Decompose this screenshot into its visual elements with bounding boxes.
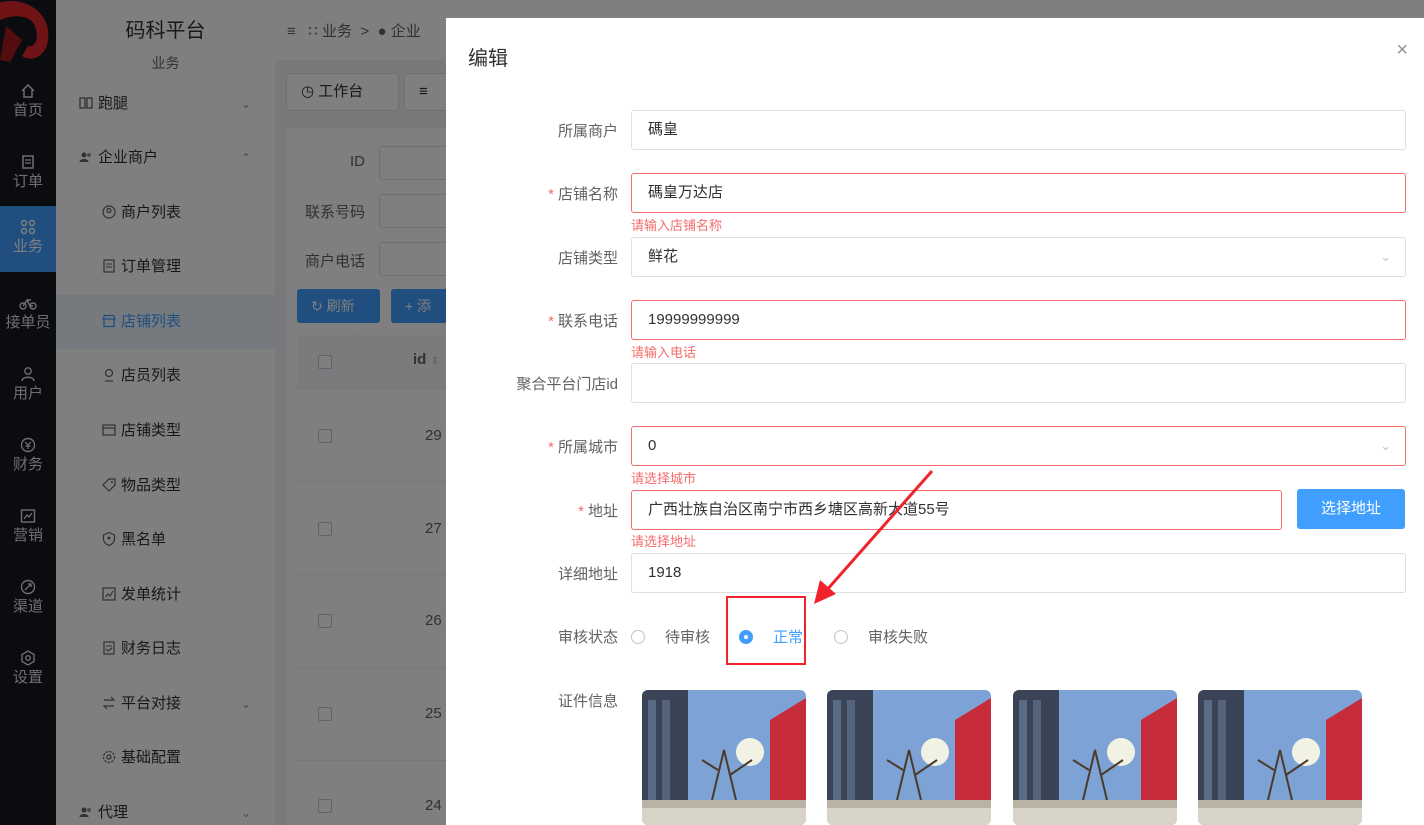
certificate-image[interactable]: [1198, 690, 1362, 825]
review-status-label: 审核状态: [446, 626, 618, 647]
chevron-down-icon: ⌄: [1380, 438, 1391, 453]
certificates-label: 证件信息: [446, 690, 618, 711]
merchant-field[interactable]: 碼皇: [631, 110, 1406, 150]
merchant-label: 所属商户: [446, 120, 618, 141]
radio-failed[interactable]: 审核失败: [834, 626, 928, 648]
merchant-label-text: 所属商户: [557, 123, 618, 140]
phone-label-text: 联系电话: [557, 313, 618, 330]
certificate-image[interactable]: [827, 690, 991, 825]
shop-type-label-text: 店铺类型: [557, 250, 618, 267]
radio-label: 待审核: [665, 629, 711, 646]
platform-store-id-label: 聚合平台门店id: [446, 373, 618, 394]
shop-name-value: 碼皇万达店: [648, 184, 724, 201]
detail-address-label: 详细地址: [446, 563, 618, 584]
merchant-value: 碼皇: [648, 121, 679, 138]
certificate-image[interactable]: [642, 690, 806, 825]
certificate-image[interactable]: [1013, 690, 1177, 825]
phone-field[interactable]: 19999999999: [631, 300, 1406, 340]
address-field[interactable]: 广西壮族自治区南宁市西乡塘区高新大道55号: [631, 490, 1282, 530]
shop-name-label-text: 店铺名称: [557, 186, 618, 203]
radio-circle[interactable]: [834, 630, 848, 644]
annotation-highlight-box: [726, 596, 806, 665]
platform-store-id-field[interactable]: [631, 363, 1406, 403]
edit-dialog: 编辑 × 所属商户 碼皇 * 店铺名称 碼皇万达店 请输入店铺名称 店铺类型 鲜花…: [446, 18, 1424, 825]
select-address-button[interactable]: 选择地址: [1297, 489, 1405, 529]
certificates-label-text: 证件信息: [557, 693, 618, 710]
detail-address-field[interactable]: 1918: [631, 553, 1406, 593]
shop-name-error: 请输入店铺名称: [631, 218, 723, 233]
city-value: 0: [648, 437, 657, 454]
phone-label: * 联系电话: [548, 313, 618, 330]
shop-type-select[interactable]: 鲜花 ⌄: [631, 237, 1406, 277]
address-label: * 地址: [578, 503, 618, 520]
city-label: * 所属城市: [548, 439, 618, 456]
review-status-label-text: 审核状态: [557, 629, 618, 646]
shop-type-value: 鲜花: [648, 248, 679, 265]
platform-store-id-label-text: 聚合平台门店id: [516, 376, 618, 393]
close-icon[interactable]: ×: [1396, 40, 1408, 60]
radio-pending[interactable]: 待审核: [631, 626, 710, 648]
city-error: 请选择城市: [631, 471, 697, 486]
phone-value: 19999999999: [648, 311, 740, 328]
detail-address-label-text: 详细地址: [557, 566, 618, 583]
phone-error: 请输入电话: [631, 345, 697, 360]
detail-address-value: 1918: [648, 564, 682, 581]
dialog-title: 编辑: [468, 48, 508, 70]
annotation-arrow: [814, 470, 934, 604]
address-error: 请选择地址: [631, 534, 697, 549]
radio-circle[interactable]: [631, 630, 645, 644]
city-select[interactable]: 0 ⌄: [631, 426, 1406, 466]
city-label-text: 所属城市: [557, 439, 618, 456]
shop-name-label: * 店铺名称: [548, 186, 618, 203]
shop-name-field[interactable]: 碼皇万达店: [631, 173, 1406, 213]
chevron-down-icon: ⌄: [1380, 249, 1391, 264]
radio-label: 审核失败: [868, 629, 929, 646]
shop-type-label: 店铺类型: [446, 247, 618, 268]
address-label-text: 地址: [587, 503, 618, 520]
